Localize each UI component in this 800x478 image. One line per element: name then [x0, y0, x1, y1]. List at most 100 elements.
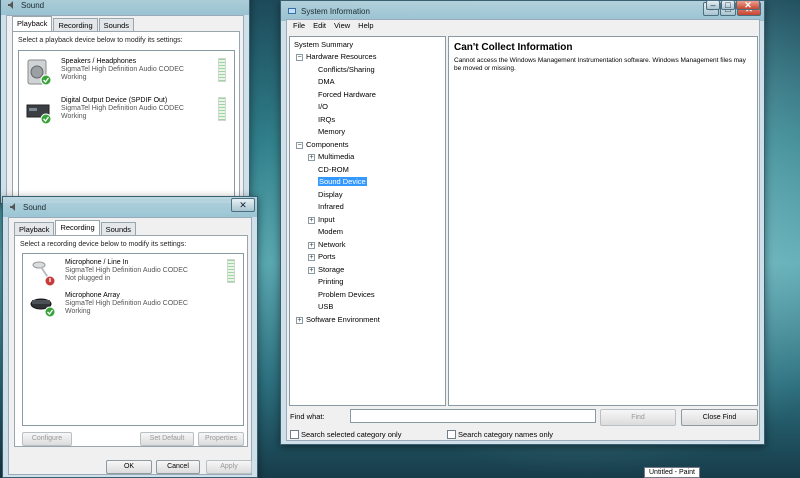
titlebar[interactable]: Sound [3, 197, 257, 217]
expand-icon[interactable]: + [308, 254, 315, 261]
search-selected-checkbox[interactable] [290, 430, 299, 439]
window-title: Sound [21, 0, 45, 10]
tree-node-forced-hardware[interactable]: Forced Hardware [318, 89, 376, 101]
tree-node-components[interactable]: Components [306, 139, 349, 151]
level-meter [218, 58, 226, 82]
tab-sounds[interactable]: Sounds [100, 222, 137, 235]
titlebar[interactable]: System Information [281, 1, 764, 21]
window-title: Sound [23, 202, 47, 212]
tree-node-problem-devices[interactable]: Problem Devices [318, 289, 375, 301]
tab-playback[interactable]: Playback [12, 16, 53, 31]
error-message: Cannot access the Windows Management Ins… [454, 57, 746, 72]
digital-output-device-icon [26, 104, 52, 125]
expand-icon[interactable]: + [296, 317, 303, 324]
device-status: Working [61, 74, 87, 81]
tree-node-cd-rom[interactable]: CD-ROM [318, 164, 349, 176]
tree-node-hardware-resources[interactable]: Hardware Resources [306, 51, 376, 63]
device-list[interactable]: Speakers / Headphones SigmaTel High Defi… [18, 50, 235, 200]
menu-help[interactable]: Help [354, 21, 377, 30]
collapse-icon[interactable]: − [296, 142, 303, 149]
apply-button[interactable]: Apply [206, 460, 252, 474]
tree-node-modem[interactable]: Modem [318, 226, 343, 238]
speaker-device-icon [27, 59, 52, 86]
dialog-body: Playback Recording Sounds Select a playb… [6, 15, 244, 201]
device-driver: SigmaTel High Definition Audio CODEC [65, 300, 188, 307]
tree-node-system-summary[interactable]: System Summary [294, 39, 353, 51]
tree-node-memory[interactable]: Memory [318, 126, 345, 138]
expand-icon[interactable]: + [308, 267, 315, 274]
ok-button[interactable]: OK [106, 460, 152, 474]
instruction-text: Select a playback device below to modify… [18, 37, 183, 44]
tree-node-display[interactable]: Display [318, 189, 343, 201]
expand-icon[interactable]: + [308, 242, 315, 249]
device-driver: SigmaTel High Definition Audio CODEC [61, 105, 184, 112]
properties-button[interactable]: Properties [198, 432, 244, 446]
tab-playback[interactable]: Playback [14, 222, 55, 235]
device-name: Microphone Array [65, 292, 120, 299]
device-list[interactable]: Microphone / Line In SigmaTel High Defin… [22, 253, 244, 426]
window-title: System Information [301, 6, 370, 16]
taskbar-tooltip: Untitled - Paint [644, 467, 700, 478]
background-maximize-button[interactable]: □ [721, 0, 735, 10]
device-item[interactable]: Speakers / Headphones SigmaTel High Defi… [23, 56, 230, 92]
close-find-button[interactable]: Close Find [681, 409, 758, 426]
tree-node-conflicts-sharing[interactable]: Conflicts/Sharing [318, 64, 375, 76]
expand-icon[interactable]: + [308, 217, 315, 224]
device-item[interactable]: Digital Output Device (SPDIF Out) SigmaT… [23, 95, 230, 131]
tree-node-network[interactable]: Network [318, 239, 346, 251]
selected-label: Sound Device [318, 177, 367, 186]
configure-button[interactable]: Configure [22, 432, 72, 446]
level-meter [218, 97, 226, 121]
tree-node-irqs[interactable]: IRQs [318, 114, 335, 126]
speaker-icon [10, 203, 15, 211]
tab-panel: Select a playback device below to modify… [12, 31, 240, 201]
device-item[interactable]: Microphone / Line In SigmaTel High Defin… [27, 257, 239, 293]
tree-node-usb[interactable]: USB [318, 301, 333, 313]
search-names-checkbox[interactable] [447, 430, 456, 439]
tree-node-software-environment[interactable]: Software Environment [306, 314, 380, 326]
device-status: Not plugged in [65, 275, 111, 282]
menu-bar: File Edit View Help [289, 21, 378, 30]
tree-node-sound-device[interactable]: Sound Device [318, 176, 367, 188]
speaker-icon [8, 1, 13, 9]
tree-node-io[interactable]: I/O [318, 101, 328, 113]
device-name: Digital Output Device (SPDIF Out) [61, 97, 168, 104]
device-status: Working [65, 308, 91, 315]
category-tree[interactable]: System Summary − Hardware Resources Conf… [289, 36, 446, 406]
tab-sounds[interactable]: Sounds [98, 18, 135, 31]
tab-strip: Playback Recording Sounds [14, 220, 137, 235]
background-close-button[interactable]: ✕ [736, 0, 760, 10]
set-default-button[interactable]: Set Default [140, 432, 194, 446]
tree-node-infrared[interactable]: Infrared [318, 201, 344, 213]
find-what-input[interactable] [350, 409, 596, 423]
close-button[interactable]: ✕ [231, 198, 255, 212]
system-information-icon [288, 8, 296, 14]
titlebar[interactable]: Sound [1, 0, 249, 15]
tree-node-dma[interactable]: DMA [318, 76, 335, 88]
tab-recording[interactable]: Recording [53, 18, 98, 31]
details-pane: Can't Collect Information Cannot access … [448, 36, 758, 406]
tab-panel: Select a recording device below to modif… [14, 235, 248, 447]
cancel-button[interactable]: Cancel [156, 460, 200, 474]
sound-playback-window: Sound Playback Recording Sounds Select a… [0, 0, 250, 204]
tree-node-input[interactable]: Input [318, 214, 335, 226]
search-selected-label: Search selected category only [301, 430, 402, 439]
background-minimize-button[interactable]: – [706, 0, 720, 10]
expand-icon[interactable]: + [308, 154, 315, 161]
tab-recording[interactable]: Recording [55, 220, 100, 235]
find-button[interactable]: Find [600, 409, 676, 426]
device-status: Working [61, 113, 87, 120]
tab-strip: Playback Recording Sounds [12, 16, 135, 31]
microphone-array-icon [30, 298, 56, 318]
device-item[interactable]: Microphone Array SigmaTel High Definitio… [27, 290, 239, 326]
tree-node-ports[interactable]: Ports [318, 251, 336, 263]
level-meter [227, 259, 235, 283]
menu-view[interactable]: View [330, 21, 354, 30]
tree-node-printing[interactable]: Printing [318, 276, 343, 288]
menu-file[interactable]: File [289, 21, 309, 30]
tree-node-storage[interactable]: Storage [318, 264, 344, 276]
instruction-text: Select a recording device below to modif… [20, 241, 187, 248]
collapse-icon[interactable]: − [296, 54, 303, 61]
menu-edit[interactable]: Edit [309, 21, 330, 30]
tree-node-multimedia[interactable]: Multimedia [318, 151, 354, 163]
